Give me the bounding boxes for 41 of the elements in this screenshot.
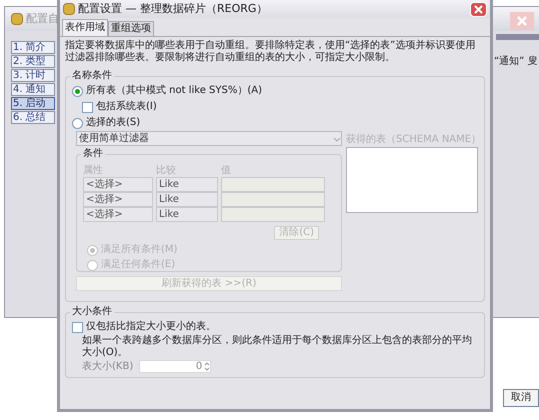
column-header: 比较 [156,165,177,177]
tab[interactable]: 表作用域 [62,19,108,36]
step-item[interactable]: 1. 简介 [11,41,55,54]
radio-label: 所有表（其中模式 not like SYS%）(A) [86,85,262,97]
group-title: 条件 [81,148,105,160]
step-item[interactable]: 6. 总结 [11,111,55,124]
checkbox[interactable] [82,102,93,112]
radio-label: 选择的表(S) [86,117,140,129]
value-field[interactable] [221,192,325,207]
checkbox-label: 仅包括比指定大小更小的表。 [86,321,216,333]
note-text: 如果一个表跨越多个数据库分区，则此条件适用于每个数据库分区上包含的表部分的平均大小(O)。 [82,335,473,359]
column-header: 值 [221,165,232,177]
app-icon [11,13,23,25]
tab[interactable]: 重组选项 [108,21,154,36]
close-icon [474,4,483,14]
close-icon [516,15,528,27]
cancel-button[interactable]: 取消 [503,389,539,407]
list-label: 获得的表（SCHEMA NAME） [346,134,478,146]
step-item[interactable]: 2. 类型 [11,55,55,68]
close-button[interactable] [470,2,487,16]
app-icon [63,3,75,15]
value-field[interactable] [221,177,325,192]
window-title: 配置自 [26,10,59,27]
body-text: “通知” 叟 [494,54,538,69]
value-field[interactable] [221,207,325,222]
table-list[interactable] [346,147,478,213]
step-item[interactable]: 3. 计时 [11,69,55,82]
step-item[interactable]: 4. 通知 [11,83,55,96]
checkbox-label: 包括系统表(I) [96,101,157,113]
description-text: 指定要将数据库中的哪些表用于自动重组。要排除特定表，使用“选择的表”选项并标识要使用过滤器排除哪些表。要限制将进行自动重组的表的大小，可指定大小限制。 [65,40,476,64]
group-title: 名称条件 [70,70,114,82]
column-header: 属性 [83,165,104,177]
radio-button[interactable] [72,118,83,128]
spinner-arrows-icon [204,361,210,372]
group-title: 大小条件 [70,306,114,318]
radio-label: 满足所有条件(M) [101,244,178,256]
size-label: 表大小(KB) [82,360,134,372]
step-item[interactable]: 5. 启动 [11,97,55,110]
window-title: 配置设置 — 整理数据碎片（REORG） [78,0,268,17]
radio-button[interactable] [72,86,83,96]
radio-label: 满足任何条件(E) [101,259,176,271]
